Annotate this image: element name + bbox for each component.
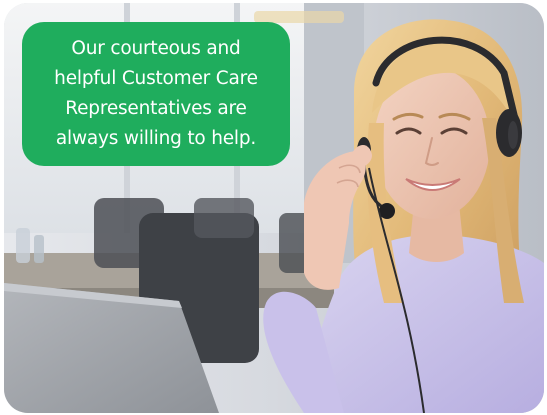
- promo-card: Our courteous and helpful Customer Care …: [4, 3, 544, 413]
- callout-text: Our courteous and helpful Customer Care …: [54, 38, 258, 149]
- info-callout: Our courteous and helpful Customer Care …: [22, 22, 290, 166]
